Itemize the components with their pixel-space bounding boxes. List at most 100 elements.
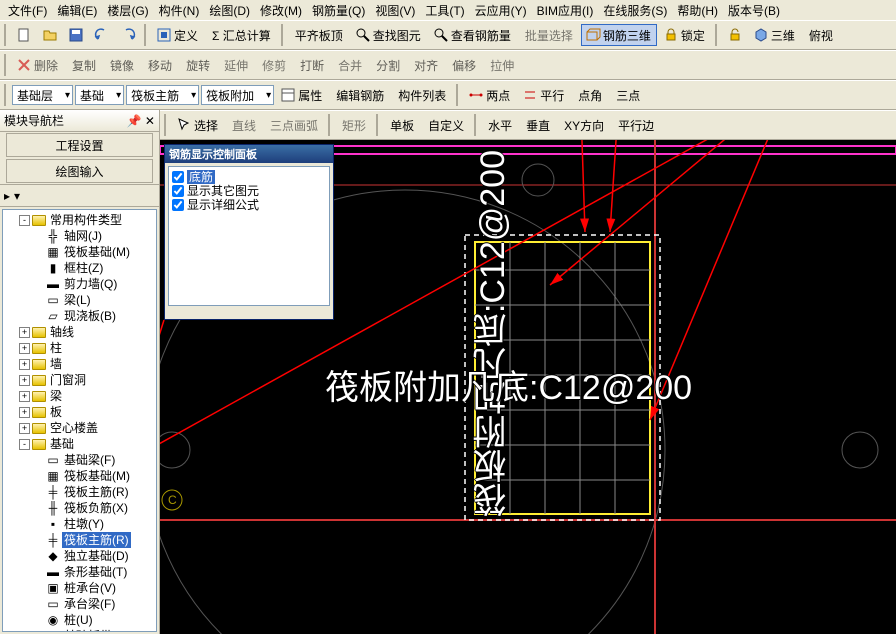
menu-floor[interactable]: 楼层(G) [103,0,152,21]
menu-tools[interactable]: 工具(T) [421,0,468,21]
menu-file[interactable]: 文件(F) [4,0,51,21]
3d-button[interactable]: 三维 [749,24,801,46]
tree-item[interactable]: 基础板带(W) [62,628,133,632]
menu-help[interactable]: 帮助(H) [673,0,722,21]
menu-modify[interactable]: 修改(M) [256,0,306,21]
rebar-3d-button[interactable]: 钢筋三维 [581,24,657,46]
draw-input-button[interactable]: 绘图输入 [6,159,153,183]
menu-view[interactable]: 视图(V) [371,0,419,21]
unlock-icon[interactable] [723,24,747,46]
addl-rebar-select[interactable]: 筏板附加 [201,85,274,105]
split-button[interactable]: 分割 [370,54,406,76]
attribute-button[interactable]: 属性 [276,84,328,106]
tree-item[interactable]: 基础梁(F) [62,452,117,468]
tree-item[interactable]: 桩承台(V) [62,580,118,596]
menu-edit[interactable]: 编辑(E) [53,0,101,21]
menu-online[interactable]: 在线服务(S) [599,0,671,21]
save-icon[interactable] [64,24,88,46]
horizontal-button[interactable]: 水平 [482,114,518,136]
menu-bim[interactable]: BIM应用(I) [533,0,598,21]
chk-bottom-rebar[interactable]: 底筋 [172,170,326,184]
tree-folder[interactable]: 柱 [48,340,64,356]
drawing-canvas[interactable]: C [160,140,896,634]
menu-draw[interactable]: 绘图(D) [205,0,254,21]
rotate-button[interactable]: 旋转 [180,54,216,76]
tree-collapse-icon[interactable]: ▾ [14,189,20,203]
parallel-button[interactable]: 平行 [518,84,570,106]
tree-folder[interactable]: 空心楼盖 [48,420,100,436]
category-select[interactable]: 基础 [75,85,124,105]
menu-component[interactable]: 构件(N) [155,0,204,21]
panel-titlebar[interactable]: 钢筋显示控制面板 [165,145,333,163]
delete-button[interactable]: 删除 [12,54,64,76]
two-point-button[interactable]: 两点 [464,84,516,106]
tree-slab[interactable]: 现浇板(B) [62,308,118,324]
chk-show-formula[interactable]: 显示详细公式 [172,198,326,212]
tree-folder[interactable]: 门窗洞 [48,372,88,388]
main-rebar-select[interactable]: 筏板主筋 [126,85,199,105]
toolbar-2: 删除 复制 镜像 移动 旋转 延伸 修剪 打断 合并 分割 对齐 偏移 拉伸 [0,50,896,80]
menu-cloud[interactable]: 云应用(Y) [471,0,531,21]
tree-wall[interactable]: 剪力墙(Q) [62,276,119,292]
vertical-button[interactable]: 垂直 [520,114,556,136]
summary-button[interactable]: Σ 汇总计算 [206,24,277,46]
single-slab-button[interactable]: 单板 [384,114,420,136]
three-point-button[interactable]: 三点 [610,84,646,106]
slab-icon: ▱ [46,309,60,323]
toolbar-4: 选择 直线 三点画弧 矩形 单板 自定义 水平 垂直 XY方向 平行边 [160,110,896,140]
level-board-button[interactable]: 平齐板顶 [289,24,349,46]
pin-icon[interactable]: 📌 ✕ [127,114,155,128]
menu-rebar[interactable]: 钢筋量(Q) [308,0,369,21]
top-view-button[interactable]: 俯视 [803,24,839,46]
lock-button[interactable]: 锁定 [659,24,711,46]
tree-raft[interactable]: 筏板基础(M) [62,244,132,260]
open-icon[interactable] [38,24,62,46]
edit-rebar-button[interactable]: 编辑钢筋 [330,84,390,106]
custom-button[interactable]: 自定义 [422,114,470,136]
select-button[interactable]: 选择 [172,114,224,136]
tree-item-selected[interactable]: 筏板主筋(R) [62,532,131,548]
redo-icon[interactable] [116,24,140,46]
tree-item[interactable]: 桩(U) [62,612,95,628]
parallel-edge-button[interactable]: 平行边 [612,114,660,136]
rebar-display-panel[interactable]: 钢筋显示控制面板 底筋 显示其它图元 显示详细公式 [164,144,334,320]
xy-direction-button[interactable]: XY方向 [558,114,610,136]
tree-folder[interactable]: 梁 [48,388,64,404]
tree-item[interactable]: 独立基础(D) [62,548,131,564]
tree-item[interactable]: 筏板基础(M) [62,468,132,484]
beam-icon: ▭ [46,293,60,307]
tree-axis[interactable]: 轴网(J) [62,228,104,244]
tree-jichu[interactable]: 基础 [48,436,76,452]
tree-item[interactable]: 柱墩(Y) [62,516,106,532]
tree-item[interactable]: 筏板负筋(X) [62,500,130,516]
break-button[interactable]: 打断 [294,54,330,76]
undo-icon[interactable] [90,24,114,46]
menu-version[interactable]: 版本号(B) [724,0,784,21]
component-list-button[interactable]: 构件列表 [392,84,452,106]
find-element-button[interactable]: 查找图元 [351,24,427,46]
point-angle-button[interactable]: 点角 [572,84,608,106]
tree-folder[interactable]: 轴线 [48,324,76,340]
tree-column[interactable]: 框柱(Z) [62,260,105,276]
component-tree[interactable]: -常用构件类型 ╬轴网(J) ▦筏板基础(M) ▮框柱(Z) ▬剪力墙(Q) ▭… [2,209,157,632]
tree-item[interactable]: 条形基础(T) [62,564,129,580]
copy-button[interactable]: 复制 [66,54,102,76]
project-settings-button[interactable]: 工程设置 [6,133,153,157]
tree-beam[interactable]: 梁(L) [62,292,93,308]
mirror-button[interactable]: 镜像 [104,54,140,76]
tree-expand-icon[interactable]: ▸ [4,189,10,203]
move-button[interactable]: 移动 [142,54,178,76]
offset-button[interactable]: 偏移 [446,54,482,76]
tree-folder[interactable]: 板 [48,404,64,420]
align-button[interactable]: 对齐 [408,54,444,76]
tree-item[interactable]: 筏板主筋(R) [62,484,131,500]
tree-item[interactable]: 承台梁(F) [62,596,117,612]
tree-root[interactable]: 常用构件类型 [48,212,124,228]
new-icon[interactable] [12,24,36,46]
chk-show-other[interactable]: 显示其它图元 [172,184,326,198]
define-button[interactable]: 定义 [152,24,204,46]
raft-icon: ▦ [46,245,60,259]
view-rebar-button[interactable]: 查看钢筋量 [429,24,517,46]
tree-folder[interactable]: 墙 [48,356,64,372]
floor-select[interactable]: 基础层 [12,85,73,105]
